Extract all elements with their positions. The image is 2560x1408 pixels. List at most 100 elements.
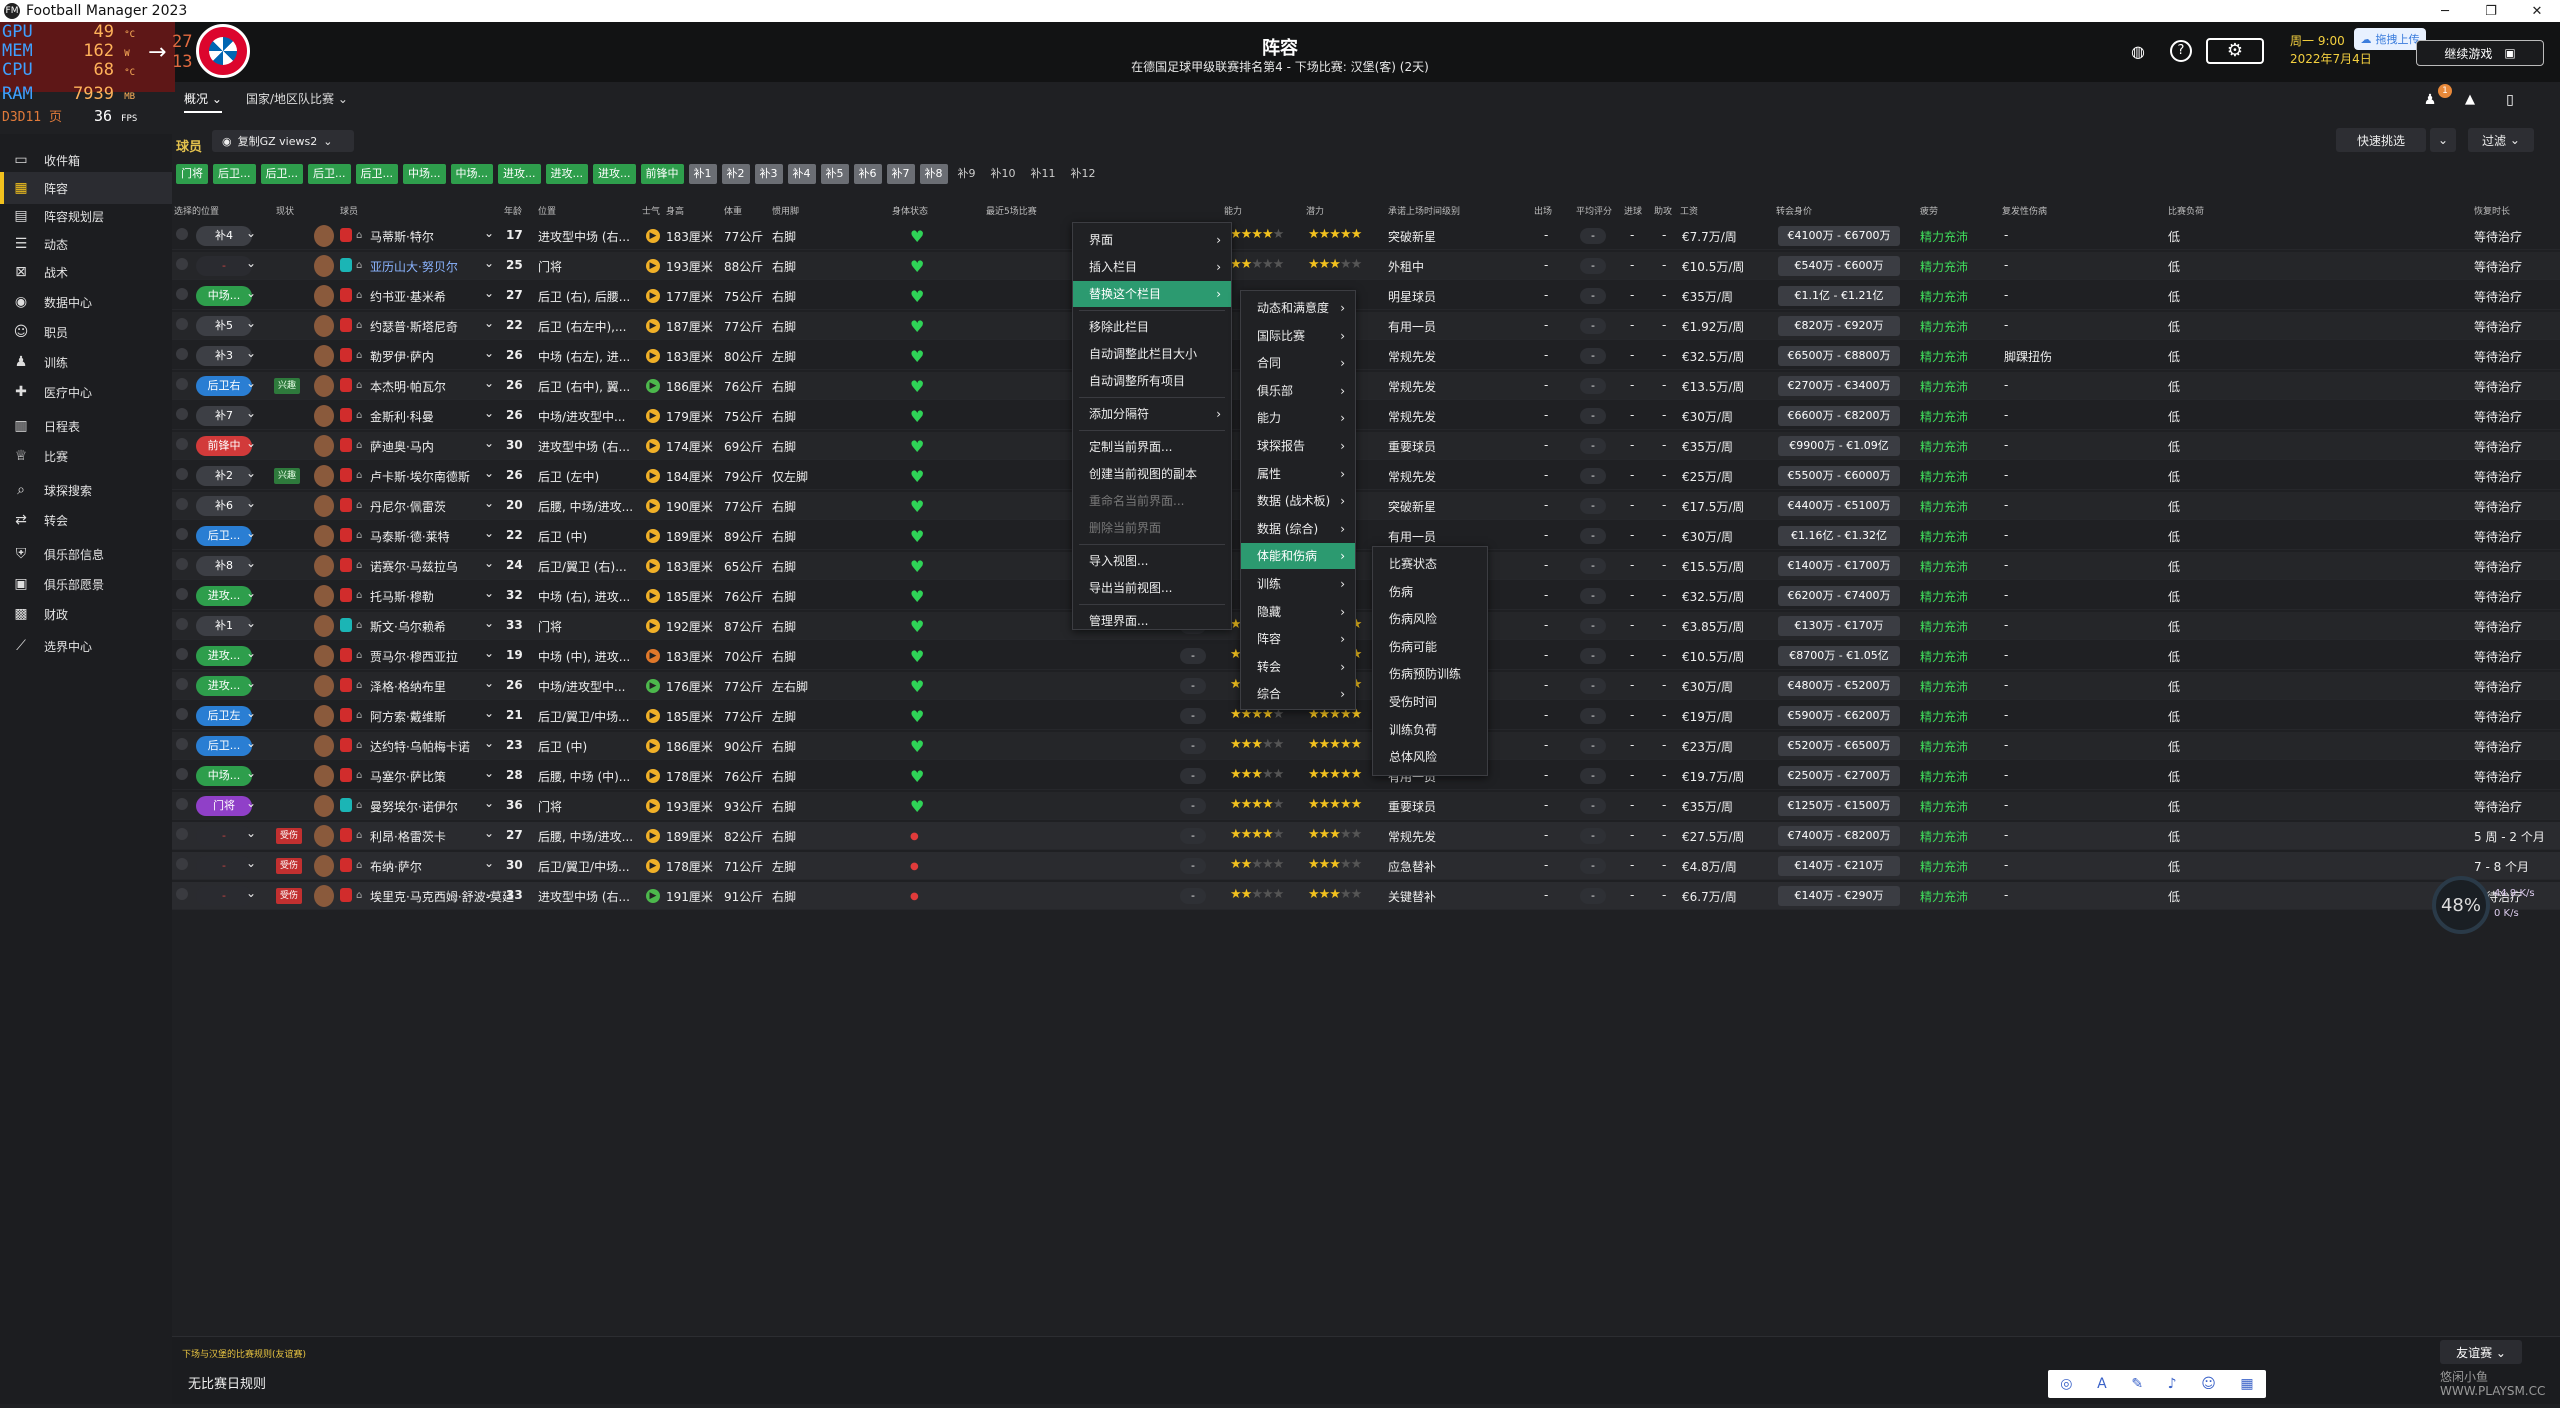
- position-chip[interactable]: 前锋中: [640, 164, 684, 184]
- chevron-down-icon[interactable]: ⌄: [246, 226, 256, 240]
- column-header[interactable]: 惯用脚: [772, 204, 799, 217]
- table-row[interactable]: - ⌄ 受伤 ⌂ 布纳·萨尔 ⌄ 30 后卫/翼卫/中场... ▶ 178厘米 71公斤 左脚 ● - ★★…: [172, 852, 2560, 880]
- player-name[interactable]: 托马斯·穆勒: [370, 588, 434, 605]
- font-icon[interactable]: A: [2097, 1376, 2107, 1392]
- position-chip[interactable]: 进攻...: [545, 164, 588, 184]
- position-chip[interactable]: 补8: [919, 164, 948, 184]
- player-name[interactable]: 约瑟普·斯塔尼奇: [370, 318, 458, 335]
- chevron-down-icon[interactable]: ⌄: [246, 766, 256, 780]
- player-name[interactable]: 曼努埃尔·诺伊尔: [370, 798, 458, 815]
- player-avatar[interactable]: [314, 525, 334, 547]
- menu-item[interactable]: 移除此栏目: [1073, 314, 1231, 340]
- menu-item[interactable]: 定制当前界面...: [1073, 434, 1231, 460]
- position-chip[interactable]: 门将: [176, 164, 208, 184]
- row-checkbox[interactable]: [176, 798, 188, 810]
- column-header[interactable]: 身高: [666, 204, 684, 217]
- player-avatar[interactable]: [314, 825, 334, 847]
- player-name[interactable]: 诺赛尔·马兹拉乌: [370, 558, 458, 575]
- player-name[interactable]: 金斯利·科曼: [370, 408, 434, 425]
- player-avatar[interactable]: [314, 405, 334, 427]
- chevron-down-icon[interactable]: ⌄: [484, 826, 494, 840]
- row-checkbox[interactable]: [176, 858, 188, 870]
- player-name[interactable]: 马塞尔·萨比策: [370, 768, 446, 785]
- chevron-down-icon[interactable]: ⌄: [484, 886, 494, 900]
- column-header[interactable]: 工资: [1680, 204, 1698, 217]
- column-header[interactable]: 身体状态: [892, 204, 928, 217]
- chevron-down-icon[interactable]: ⌄: [484, 226, 494, 240]
- row-checkbox[interactable]: [176, 258, 188, 270]
- table-row[interactable]: 门将 ⌄ ⌂ 曼努埃尔·诺伊尔 ⌄ 36 门将 ▶ 193厘米 93公斤 右脚 ♥ - ★★★★★ ★★★★…: [172, 792, 2560, 820]
- chevron-down-icon[interactable]: ⌄: [484, 376, 494, 390]
- player-avatar[interactable]: [314, 285, 334, 307]
- column-header[interactable]: 疲劳: [1920, 204, 1938, 217]
- column-header[interactable]: 现状: [276, 204, 294, 217]
- player-name[interactable]: 贾马尔·穆西亚拉: [370, 648, 458, 665]
- chevron-down-icon[interactable]: ⌄: [246, 466, 256, 480]
- row-checkbox[interactable]: [176, 288, 188, 300]
- selected-position-dropdown[interactable]: 补8: [196, 556, 252, 576]
- close-button[interactable]: ✕: [2514, 0, 2560, 22]
- selected-position-dropdown[interactable]: 前锋中: [196, 436, 252, 456]
- table-row[interactable]: 补2 ⌄ 兴趣 ⌂ 卢卡斯·埃尔南德斯 ⌄ 26 后卫 (左中) ▶ 184厘米 79公斤 仅左脚 ♥ 常…: [172, 462, 2560, 490]
- menu-item[interactable]: 导出当前视图...: [1073, 575, 1231, 601]
- chevron-down-icon[interactable]: ⌄: [246, 736, 256, 750]
- row-checkbox[interactable]: [176, 318, 188, 330]
- chevron-down-icon[interactable]: ⌄: [484, 556, 494, 570]
- player-name[interactable]: 丹尼尔·佩雷茨: [370, 498, 446, 515]
- row-checkbox[interactable]: [176, 558, 188, 570]
- player-name[interactable]: 阿方索·戴维斯: [370, 708, 446, 725]
- row-checkbox[interactable]: [176, 498, 188, 510]
- player-avatar[interactable]: [314, 705, 334, 727]
- table-row[interactable]: 后卫右 ⌄ 兴趣 ⌂ 本杰明·帕瓦尔 ⌄ 26 后卫 (右中), 翼... ▶ 186厘米 76公斤…: [172, 372, 2560, 400]
- chevron-down-icon[interactable]: ⌄: [246, 676, 256, 690]
- player-name[interactable]: 利昂·格雷茨卡: [370, 828, 446, 845]
- row-checkbox[interactable]: [176, 678, 188, 690]
- ime-toolbar[interactable]: ◎ A ✎ ♪ ☺ ▦: [2048, 1370, 2266, 1398]
- table-row[interactable]: 后卫... ⌄ ⌂ 马泰斯·德·莱特 ⌄ 22 后卫 (中) ▶ 189厘米 89公斤 右脚 ♥ 有用一…: [172, 522, 2560, 550]
- row-checkbox[interactable]: [176, 378, 188, 390]
- position-chip[interactable]: 补6: [853, 164, 882, 184]
- mic-icon[interactable]: ♪: [2168, 1376, 2177, 1392]
- player-name[interactable]: 泽格·格纳布里: [370, 678, 446, 695]
- player-avatar[interactable]: [314, 555, 334, 577]
- menu-item[interactable]: 阵容 ›: [1241, 626, 1355, 652]
- sidebar-item-16[interactable]: ⟋ 选界中心: [0, 630, 172, 662]
- selected-position-dropdown[interactable]: 后卫...: [196, 526, 252, 546]
- position-chip[interactable]: 补7: [886, 164, 915, 184]
- player-name[interactable]: 马泰斯·德·莱特: [370, 528, 450, 545]
- friendly-button[interactable]: 友谊赛 ⌄: [2440, 1340, 2522, 1364]
- position-chip[interactable]: 补5: [820, 164, 849, 184]
- player-avatar[interactable]: [314, 375, 334, 397]
- column-header[interactable]: 助攻: [1654, 204, 1672, 217]
- chevron-down-icon[interactable]: ⌄: [246, 796, 256, 810]
- column-header[interactable]: 复发性伤病: [2002, 204, 2047, 217]
- menu-item[interactable]: 动态和满意度 ›: [1241, 295, 1355, 321]
- row-checkbox[interactable]: [176, 708, 188, 720]
- selected-position-dropdown[interactable]: -: [196, 826, 252, 846]
- chevron-down-icon[interactable]: ⌄: [484, 526, 494, 540]
- continue-button[interactable]: 继续游戏 ▣: [2416, 40, 2544, 66]
- menu-item[interactable]: 伤病风险: [1373, 606, 1487, 632]
- table-row[interactable]: 进攻... ⌄ ⌂ 托马斯·穆勒 ⌄ 32 中场 (右), 进攻... ▶ 185厘米 76公斤右…: [172, 582, 2560, 610]
- selected-position-dropdown[interactable]: 进攻...: [196, 676, 252, 696]
- player-name[interactable]: 亚历山大·努贝尔: [370, 258, 458, 275]
- selected-position-dropdown[interactable]: -: [196, 256, 252, 276]
- row-checkbox[interactable]: [176, 738, 188, 750]
- chevron-down-icon[interactable]: ⌄: [246, 616, 256, 630]
- club-badge[interactable]: [196, 24, 250, 78]
- player-avatar[interactable]: [314, 345, 334, 367]
- position-chip[interactable]: 补1: [688, 164, 717, 184]
- menu-item[interactable]: 体能和伤病 ›: [1241, 543, 1355, 570]
- position-chip[interactable]: 后卫...: [260, 164, 303, 184]
- selected-position-dropdown[interactable]: 门将: [196, 796, 252, 816]
- row-checkbox[interactable]: [176, 768, 188, 780]
- column-header[interactable]: 能力: [1224, 204, 1242, 217]
- player-avatar[interactable]: [314, 615, 334, 637]
- back-arrow-icon[interactable]: →: [148, 40, 166, 65]
- selected-position-dropdown[interactable]: 补6: [196, 496, 252, 516]
- player-avatar[interactable]: [314, 885, 334, 907]
- table-row[interactable]: 补6 ⌄ ⌂ 丹尼尔·佩雷茨 ⌄ 20 后腰, 中场/进攻... ▶ 190厘米 77公斤 右脚 ♥ 突…: [172, 492, 2560, 520]
- chevron-down-icon[interactable]: ⌄: [246, 286, 256, 300]
- chevron-down-icon[interactable]: ⌄: [246, 376, 256, 390]
- table-row[interactable]: 后卫左 ⌄ ⌂ 阿方索·戴维斯 ⌄ 21 后卫/翼卫/中场... ▶ 185厘米 77公斤 左脚 ♥ -…: [172, 702, 2560, 730]
